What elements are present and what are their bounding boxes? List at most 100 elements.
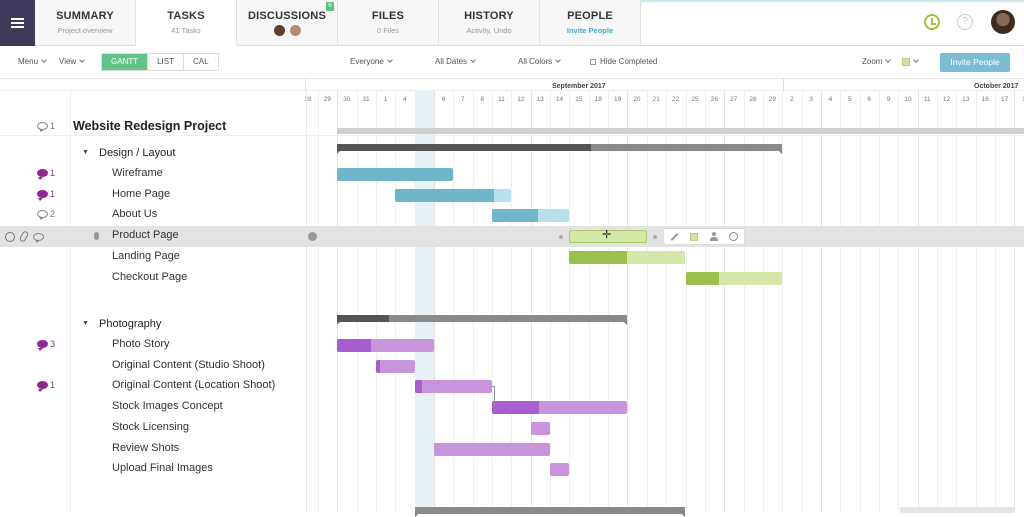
task-name[interactable]: Product Page — [112, 229, 179, 241]
comment-count[interactable]: 1 — [37, 189, 55, 201]
top-nav: SUMMARY Project overview TASKS 41 Tasks … — [0, 0, 1024, 46]
colors-filter[interactable]: All Colors — [518, 57, 562, 66]
paperclip-icon[interactable] — [18, 230, 30, 243]
people-filter[interactable]: Everyone — [350, 57, 393, 66]
comment-count[interactable]: 3 — [37, 339, 55, 351]
hide-completed-checkbox[interactable] — [590, 58, 596, 65]
color-dropdown[interactable] — [902, 57, 919, 66]
chevron-down-icon — [913, 57, 919, 63]
task-bar[interactable] — [492, 209, 570, 223]
help-icon[interactable]: ? — [957, 14, 973, 30]
menu-dropdown[interactable]: Menu — [18, 57, 47, 66]
discussions-count-badge: 6 — [326, 2, 334, 11]
view-switcher: GANTT LIST CAL — [101, 53, 219, 71]
task-name[interactable]: Wireframe — [112, 167, 163, 179]
project-summary-bar[interactable] — [337, 128, 1024, 134]
day-label: 13 — [536, 96, 544, 103]
day-label: 11 — [498, 96, 505, 103]
tab-title: TASKS — [167, 10, 205, 22]
collapse-triangle-icon[interactable]: ▼ — [82, 149, 89, 156]
tab-discussions[interactable]: DISCUSSIONS 6 — [237, 0, 338, 46]
task-bar[interactable] — [569, 250, 686, 264]
task-name[interactable]: Original Content (Location Shoot) — [112, 379, 275, 391]
group-name[interactable]: Photography — [99, 318, 161, 330]
group-name[interactable]: Design / Layout — [99, 147, 175, 159]
invite-people-button[interactable]: Invite People — [940, 53, 1010, 72]
task-bar[interactable] — [433, 442, 551, 456]
menu-label: Menu — [18, 57, 39, 66]
tab-title: FILES — [371, 10, 405, 22]
task-bar[interactable] — [414, 380, 492, 394]
task-bar[interactable] — [395, 188, 512, 202]
hide-completed-toggle[interactable]: Hide Completed — [590, 57, 657, 66]
task-name[interactable]: Landing Page — [112, 250, 180, 262]
day-label: 11 — [923, 96, 931, 103]
day-label: 16 — [981, 96, 989, 103]
color-swatch-icon[interactable] — [690, 232, 699, 241]
pencil-icon[interactable] — [670, 232, 679, 241]
chevron-down-icon — [79, 57, 86, 63]
task-bar[interactable] — [337, 168, 454, 181]
day-label: 19 — [613, 96, 622, 103]
task-name[interactable]: Checkout Page — [112, 271, 187, 283]
person-icon[interactable] — [709, 232, 718, 241]
clock-icon[interactable] — [729, 232, 739, 241]
task-name[interactable]: Stock Images Concept — [112, 400, 223, 412]
task-name[interactable]: Upload Final Images — [112, 462, 213, 474]
month-label: October 2017 — [974, 83, 1019, 90]
tab-summary[interactable]: SUMMARY Project overview — [35, 0, 136, 46]
group-summary-bar[interactable] — [337, 315, 628, 325]
comment-count[interactable]: 1 — [37, 380, 55, 393]
day-label: 3 — [809, 96, 813, 103]
comment-count[interactable]: 1 — [37, 121, 55, 132]
project-name[interactable]: Website Redesign Project — [73, 119, 226, 133]
task-bar[interactable] — [492, 401, 628, 415]
clock-icon[interactable] — [5, 231, 15, 242]
group-summary-bar — [414, 507, 686, 517]
tab-files[interactable]: FILES 0 Files — [338, 0, 439, 46]
tab-tasks[interactable]: TASKS 41 Tasks — [136, 0, 237, 46]
day-label: 10 — [904, 96, 912, 103]
task-name[interactable]: Photo Story — [112, 338, 169, 350]
comment-icon — [37, 210, 48, 221]
task-name[interactable]: Review Shots — [112, 442, 179, 454]
task-bar[interactable] — [375, 359, 415, 373]
zoom-dropdown[interactable]: Zoom — [862, 57, 892, 66]
comment-count[interactable]: 1 — [37, 168, 55, 180]
day-label: 29 — [768, 96, 776, 103]
view-list-button[interactable]: LIST — [148, 54, 185, 70]
chevron-down-icon — [555, 57, 562, 63]
task-bar[interactable] — [530, 421, 551, 435]
comment-count[interactable]: 2 — [37, 209, 55, 221]
task-name[interactable]: Original Content (Studio Shoot) — [112, 359, 265, 371]
day-label: 12 — [942, 96, 951, 103]
view-gantt-button[interactable]: GANTT — [102, 54, 149, 70]
people-filter-label: Everyone — [350, 57, 384, 66]
tab-history[interactable]: HISTORY Activity, Undo — [439, 0, 540, 46]
hamburger-menu-button[interactable] — [0, 0, 35, 46]
task-bar-progress — [492, 401, 540, 415]
comment-filled-icon — [37, 189, 48, 201]
bar-handle-right[interactable] — [652, 235, 657, 240]
tab-subtitle: Project overview — [57, 26, 113, 35]
task-name[interactable]: About Us — [112, 208, 157, 220]
tab-people[interactable]: PEOPLE Invite People — [540, 0, 641, 46]
task-bar-progress — [395, 188, 494, 202]
task-bar[interactable] — [337, 339, 434, 352]
user-avatar[interactable] — [991, 10, 1015, 34]
task-name[interactable]: Stock Licensing — [112, 421, 189, 433]
view-cal-button[interactable]: CAL — [184, 54, 218, 70]
task-bar[interactable] — [550, 463, 570, 477]
view-dropdown[interactable]: View — [59, 57, 86, 66]
drag-handle-icon[interactable] — [94, 232, 99, 241]
collapse-triangle-icon[interactable]: ▼ — [82, 320, 89, 327]
group-summary-bar[interactable] — [337, 144, 783, 154]
clock-icon[interactable] — [924, 14, 940, 30]
task-bar[interactable] — [685, 271, 783, 285]
comment-icon[interactable] — [33, 232, 44, 243]
dates-filter[interactable]: All Dates — [435, 57, 476, 66]
discussion-avatars — [237, 25, 337, 36]
invite-people-link[interactable]: Invite People — [540, 26, 640, 35]
task-name[interactable]: Home Page — [112, 188, 170, 200]
group-summary-progress — [337, 315, 390, 322]
